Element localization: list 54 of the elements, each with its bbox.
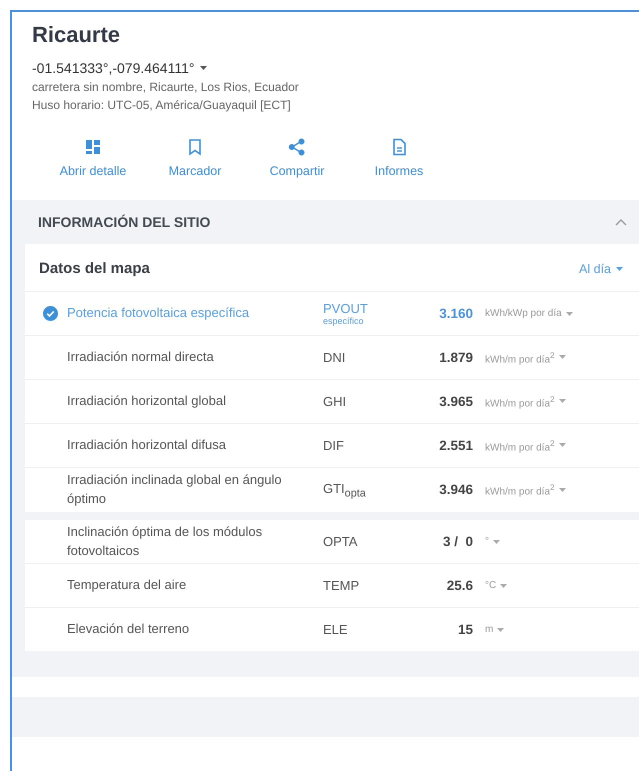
parameter-name: Irradiación inclinada global en ángulo óptimo — [67, 471, 283, 508]
unit-text: kWh/kWp por día — [485, 308, 562, 319]
address-text: carretera sin nombre, Ricaurte, Los Rios, Ecuador — [32, 80, 300, 94]
parameter-code: ELE — [323, 622, 349, 638]
bookmark-icon — [186, 138, 204, 156]
unit-text: kWh/m por día$^{2}$ — [485, 438, 555, 454]
data-row[interactable]: Irradiación horizontal difusa DIF 2.551 kWh/m por día$^{2}$ — [25, 424, 639, 468]
collapse-chevron-icon[interactable] — [615, 218, 627, 226]
unit-text: m — [485, 624, 494, 636]
card-title: Datos del mapa — [39, 260, 150, 277]
parameter-code: DIF — [323, 438, 345, 453]
parameter-code: TEMP — [323, 578, 360, 594]
parameter-value: 3.946 — [438, 482, 473, 498]
section-title: INFORMACIÓN DEL SITIO — [38, 214, 210, 230]
parameter-code: OPTA — [323, 534, 358, 550]
unit-text: ° — [485, 536, 489, 548]
check-icon — [42, 306, 58, 321]
parameter-name: Irradiación normal directa — [67, 348, 215, 366]
unit-text: °C — [485, 580, 496, 592]
data-row[interactable]: Elevación del terreno ELE 15 m — [25, 608, 639, 652]
caret-icon — [616, 266, 623, 270]
parameter-value: 15 — [456, 622, 473, 638]
timezone-text: Huso horario: UTC-05, América/Guayaquil [ECT] — [32, 98, 292, 112]
share-icon — [288, 138, 306, 156]
grid-icon — [84, 138, 102, 156]
parameter-value: 3.160 — [438, 306, 473, 321]
data-row[interactable]: Inclinación óptima de los módulos fotovoltaicos OPTA 3 / 0 ° — [25, 520, 639, 564]
parameter-value: 1.879 — [438, 350, 473, 365]
code-note: específico — [323, 316, 365, 326]
data-row[interactable]: Irradiación normal directa DNI 1.879 kWh/m por día$^{2}$ — [25, 336, 639, 380]
data-row[interactable]: Irradiación horizontal global GHI 3.965 kWh/m por día$^{2}$ — [25, 380, 639, 424]
unit-text: kWh/m por día$^{2}$ — [485, 394, 555, 410]
parameter-name: Irradiación horizontal difusa — [67, 436, 227, 454]
parameter-code: DNI — [323, 350, 346, 365]
unit-text: kWh/m por día$^{2}$ — [485, 482, 555, 498]
parameter-code: PVOUT — [323, 301, 369, 316]
unit-text: kWh/m por día$^{2}$ — [485, 350, 555, 366]
parameter-value: 3.965 — [438, 394, 473, 409]
coordinates-text: -01.541333°,-079.464111° — [32, 60, 194, 76]
parameter-value: 2.551 — [438, 438, 473, 453]
parameter-code: GHI — [323, 394, 348, 409]
parameter-name: Potencia fotovoltaica específica — [67, 304, 250, 322]
data-row[interactable]: Irradiación inclinada global en ángulo óptimo GTI$_{opta}$ 3.946 kWh/m por día$^{2}$ — [25, 468, 639, 512]
data-row[interactable]: Temperatura del aire TEMP 25.6 °C — [25, 564, 639, 608]
parameter-name: Irradiación horizontal global — [67, 392, 227, 410]
caret-icon[interactable] — [200, 66, 208, 70]
parameter-value: 25.6 — [446, 578, 473, 594]
parameter-name: Elevación del terreno — [67, 620, 190, 638]
parameter-name: Temperatura del aire — [67, 576, 188, 594]
parameter-code: GTI$_{opta}$ — [323, 480, 367, 500]
document-icon — [390, 138, 408, 156]
site-title: Ricaurte — [32, 22, 122, 48]
parameter-value: 3 / 0 — [442, 534, 473, 550]
parameter-name: Inclinación óptima de los módulos fotovoltaicos — [67, 522, 264, 560]
